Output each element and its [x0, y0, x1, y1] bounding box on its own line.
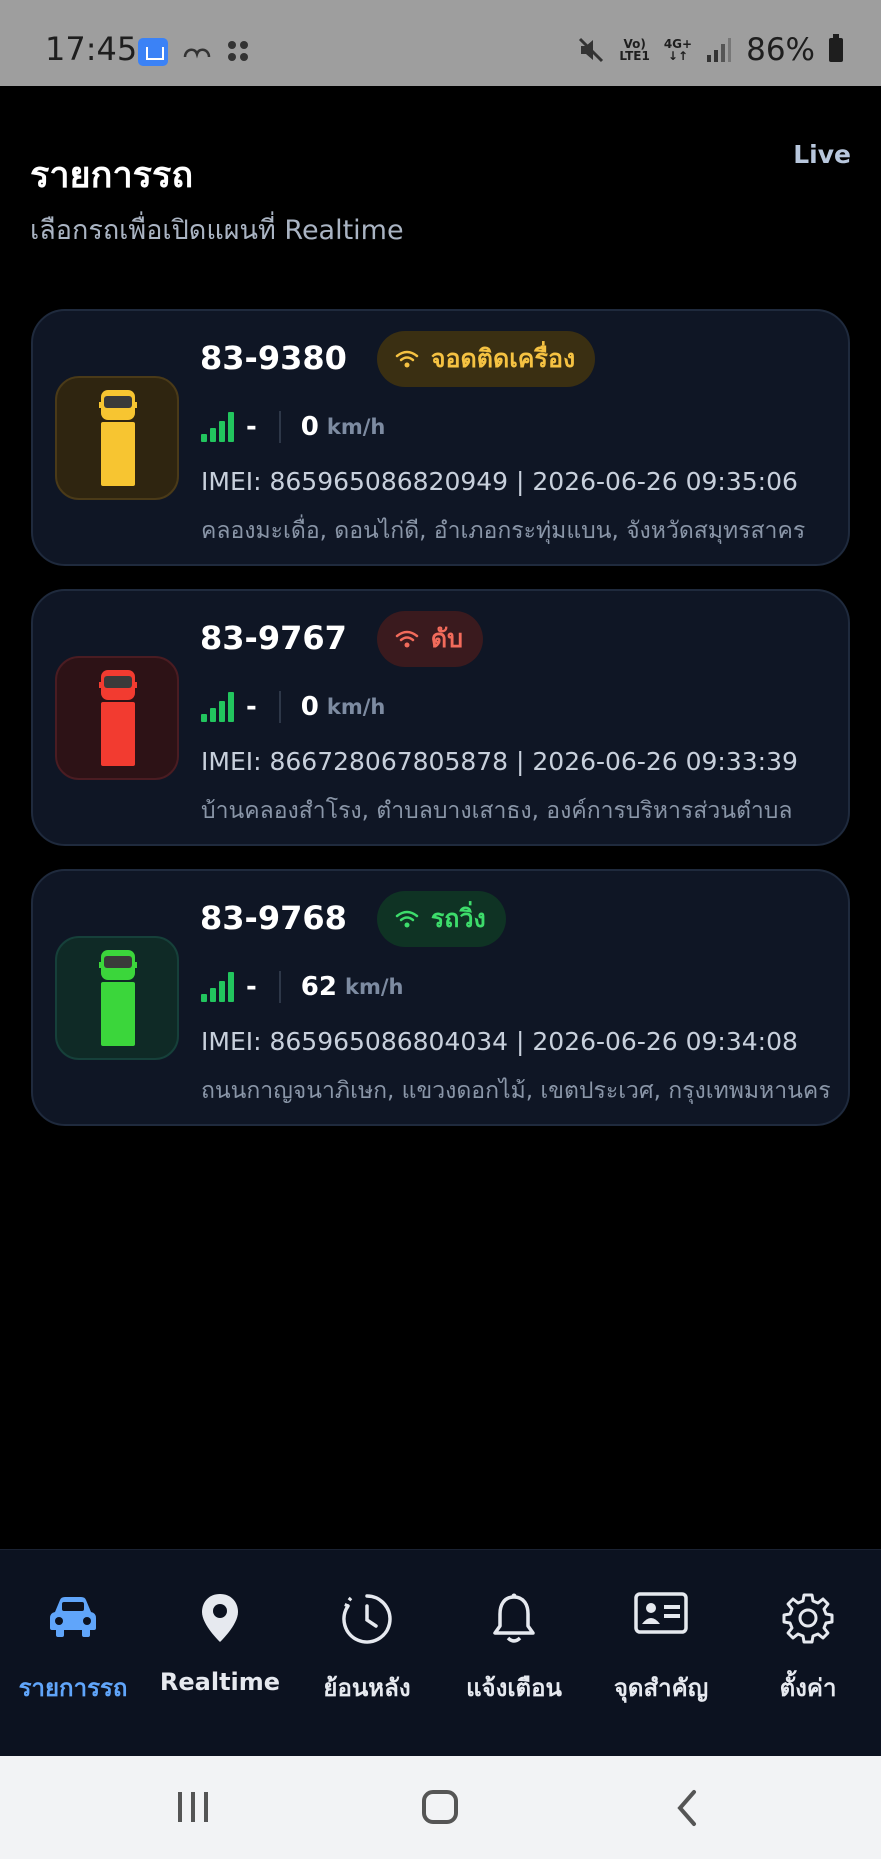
speed-unit: km/h [344, 975, 404, 999]
truck-icon [99, 390, 137, 486]
truck-icon [99, 950, 137, 1046]
nav-label: แจ้งเตือน [466, 1674, 562, 1702]
back-icon[interactable] [672, 1786, 702, 1830]
vehicle-thumbnail [55, 936, 179, 1060]
history-clock-icon [342, 1594, 392, 1644]
gps-signal-icon [201, 692, 234, 722]
nav-item-realtime[interactable]: Realtime [147, 1550, 293, 1757]
gps-signal-icon [201, 972, 234, 1002]
speed-unit: km/h [326, 695, 386, 719]
dots-grid-icon [228, 41, 248, 61]
nav-item-alerts[interactable]: แจ้งเตือน [441, 1550, 587, 1757]
vehicle-card[interactable]: 83-9767 ดับ - 0 km/h IMEI: 8667280678058… [31, 589, 850, 846]
car-icon [50, 1597, 96, 1637]
signal-value: - [246, 412, 257, 442]
system-navigation-bar [0, 1756, 881, 1859]
signal-value: - [246, 972, 257, 1002]
status-badge: จอดติดเครื่อง [376, 331, 596, 387]
vehicle-card[interactable]: 83-9380 จอดติดเครื่อง - 0 km/h IMEI: 865… [31, 309, 850, 566]
signal-value: - [246, 692, 257, 722]
vehicle-plate: 83-9768 [200, 899, 347, 937]
home-app-icon [138, 38, 168, 66]
signal-speed-row: - 62 km/h [201, 967, 403, 1007]
volte-indicator: Vo) LTE1 [619, 37, 650, 63]
status-label: ดับ [430, 624, 463, 653]
imei-timestamp: IMEI: 865965086820949 | 2026-06-26 09:35… [201, 467, 798, 496]
bell-icon [493, 1593, 535, 1643]
nav-item-landmarks[interactable]: จุดสำคัญ [588, 1550, 734, 1757]
status-label: จอดติดเครื่อง [430, 344, 576, 373]
vehicle-address: บ้านคลองสำโรง, ตำบลบางเสาธง, องค์การบริห… [201, 798, 793, 824]
nav-label: รายการรถ [18, 1674, 128, 1702]
wifi-icon [395, 350, 419, 368]
signal-icon [707, 38, 732, 62]
status-right-icons: Vo) LTE1 4G+ ↓↑ 86% [577, 32, 843, 68]
divider [278, 971, 281, 1003]
nav-item-history[interactable]: ย้อนหลัง [294, 1550, 440, 1757]
nav-item-vehicle-list[interactable]: รายการรถ [0, 1550, 146, 1757]
divider [278, 691, 281, 723]
network-type-indicator: 4G+ ↓↑ [663, 37, 693, 63]
status-badge: ดับ [376, 611, 483, 667]
page-title: รายการรถ [30, 155, 194, 196]
cloud-icon [183, 48, 211, 59]
nav-label: ตั้งค่า [779, 1674, 837, 1702]
bottom-navigation: รายการรถ Realtime ย้อนหลัง แจ้งเตือน จุด… [0, 1549, 881, 1756]
mute-icon [579, 37, 604, 63]
gps-signal-icon [201, 412, 234, 442]
status-bar: 17:45 Vo) LTE1 4G+ ↓↑ 86% [0, 0, 881, 86]
signal-speed-row: - 0 km/h [201, 687, 385, 727]
home-button-icon[interactable] [420, 1786, 462, 1830]
vehicle-address: คลองมะเดื่อ, ดอนไก่ดี, อำเภอกระทุ่มแบน, … [201, 518, 806, 544]
recent-apps-icon[interactable] [176, 1786, 212, 1830]
speed-value: 0 [300, 412, 319, 442]
imei-timestamp: IMEI: 866728067805878 | 2026-06-26 09:33… [201, 747, 798, 776]
divider [278, 411, 281, 443]
gear-icon [782, 1593, 834, 1644]
id-card-icon [634, 1592, 688, 1634]
speed-unit: km/h [326, 415, 386, 439]
page-subtitle: เลือกรถเพื่อเปิดแผนที่ Realtime [30, 215, 404, 246]
status-label: รถวิ่ง [430, 904, 486, 933]
vehicle-card[interactable]: 83-9768 รถวิ่ง - 62 km/h IMEI: 865965086… [31, 869, 850, 1126]
truck-icon [99, 670, 137, 766]
status-time: 17:45 [45, 30, 138, 68]
vehicle-address: ถนนกาญจนาภิเษก, แขวงดอกไม้, เขตประเวศ, ก… [201, 1078, 831, 1104]
live-indicator: Live [793, 140, 851, 169]
wifi-icon [395, 910, 419, 928]
status-left-icons [138, 38, 252, 66]
map-pin-icon [202, 1594, 238, 1642]
battery-percent: 86% [746, 32, 815, 68]
signal-speed-row: - 0 km/h [201, 407, 385, 447]
vehicle-plate: 83-9380 [200, 339, 347, 377]
vehicle-thumbnail [55, 376, 179, 500]
status-badge: รถวิ่ง [376, 891, 506, 947]
speed-value: 62 [300, 972, 337, 1002]
nav-label: Realtime [159, 1668, 281, 1696]
battery-icon [829, 34, 843, 62]
speed-value: 0 [300, 692, 319, 722]
vehicle-plate: 83-9767 [200, 619, 347, 657]
nav-label: ย้อนหลัง [323, 1674, 411, 1702]
imei-timestamp: IMEI: 865965086804034 | 2026-06-26 09:34… [201, 1027, 798, 1056]
vehicle-thumbnail [55, 656, 179, 780]
wifi-icon [395, 630, 419, 648]
nav-item-settings[interactable]: ตั้งค่า [735, 1550, 881, 1757]
nav-label: จุดสำคัญ [613, 1674, 709, 1702]
